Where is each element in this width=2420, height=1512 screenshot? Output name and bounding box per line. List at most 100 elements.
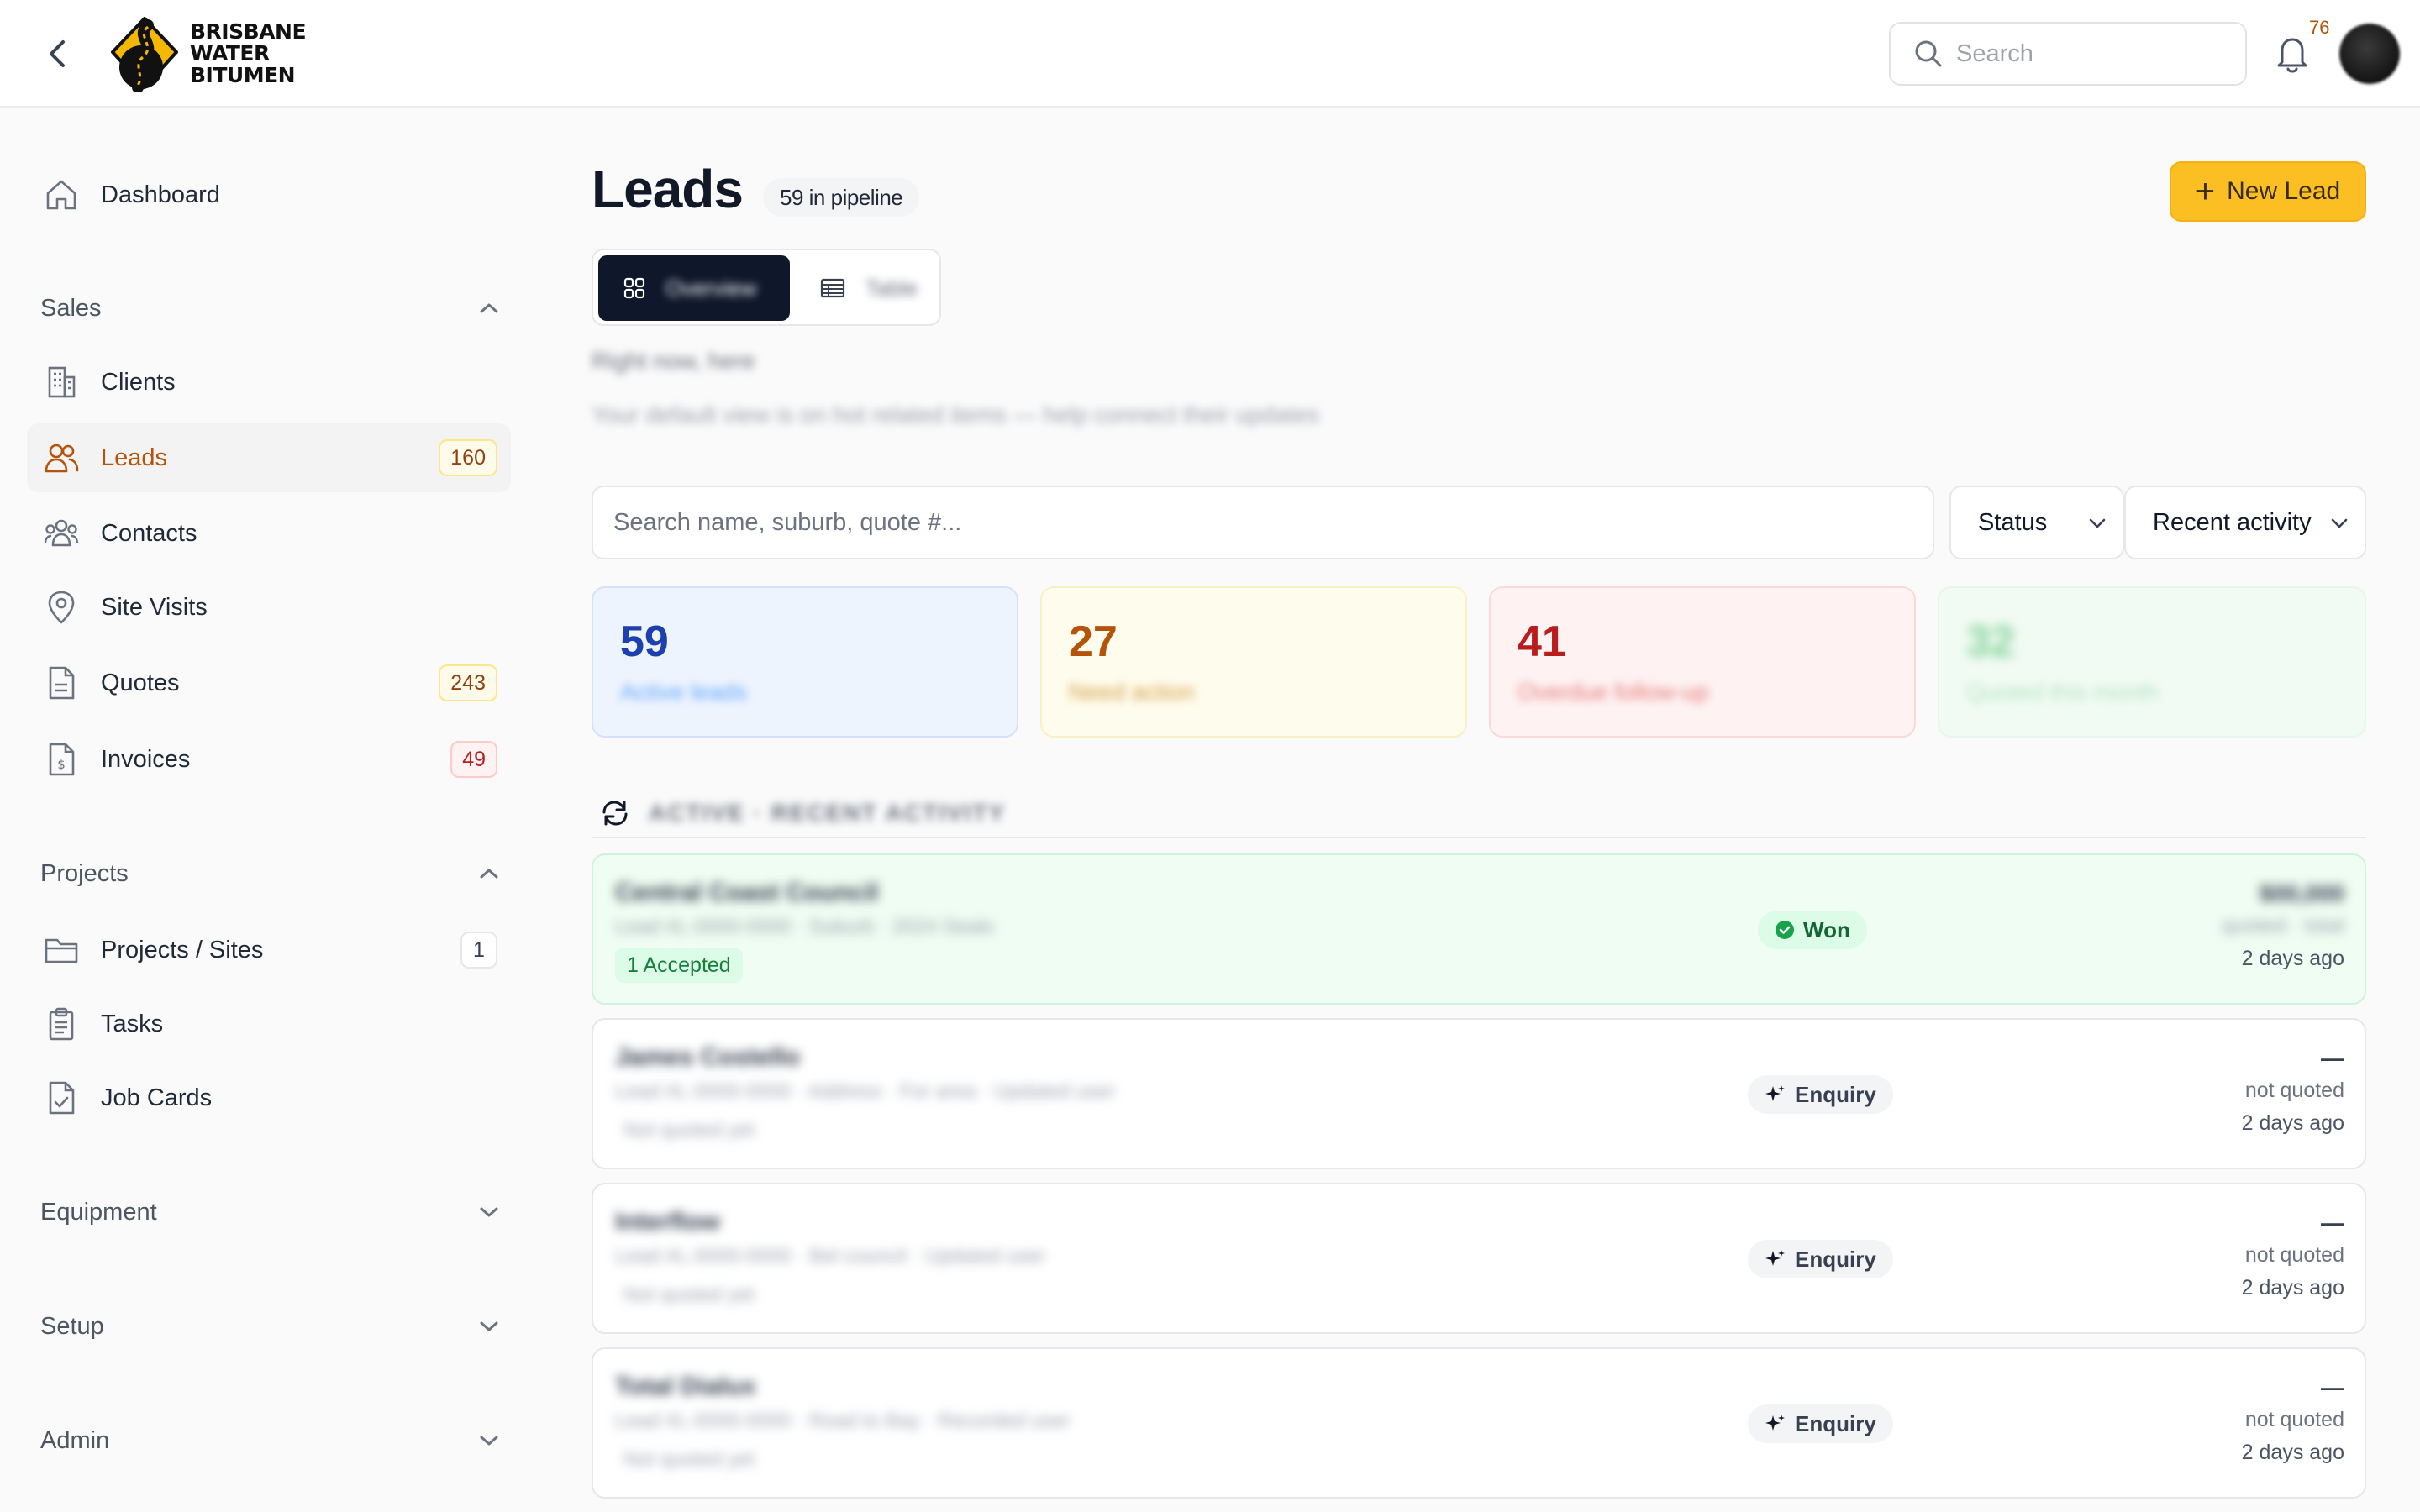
global-search-input[interactable] <box>1956 39 2225 68</box>
view-overview-button[interactable]: Overview <box>598 255 790 321</box>
lead-updated: 2 days ago <box>2241 1111 2344 1135</box>
map-pin-icon <box>42 588 81 627</box>
chevron-up-icon <box>480 869 498 879</box>
refresh-icon[interactable] <box>600 798 630 828</box>
count-badge: 160 <box>439 439 497 476</box>
lead-meta: Lead #L-0000-0000 · Road to Bay · Record… <box>615 1410 1071 1432</box>
lead-row[interactable]: Central Coast Council Lead #L-0000-0000 … <box>592 853 2366 1005</box>
count-badge: 49 <box>450 741 497 778</box>
road-logo-icon <box>111 17 178 92</box>
stat-label: Quoted this month <box>1966 679 2159 705</box>
accepted-badge: 1 Accepted <box>615 948 743 983</box>
status-label: Won <box>1803 916 1850 942</box>
brand-line-1: BRISBANE <box>190 19 307 44</box>
section-label: Setup <box>40 1312 104 1340</box>
view-table-button[interactable]: Table <box>795 255 936 321</box>
sidebar-item-label: Leads <box>101 444 168 471</box>
lead-row[interactable]: Total Dialux Lead #L-0000-0000 · Road to… <box>592 1347 2366 1499</box>
chevron-left-icon <box>50 40 65 67</box>
stat-value: 59 <box>620 617 669 666</box>
stat-card-action[interactable]: 27 Need action <box>1040 586 1467 738</box>
building-icon <box>42 363 81 402</box>
top-bar: BRISBANE WATER BITUMEN 76 <box>0 0 2420 108</box>
status-filter-select[interactable]: Status <box>1949 486 2124 559</box>
lead-summary: $00,000 quoted · total 2 days ago <box>2222 880 2344 971</box>
pipeline-count-badge: 59 in pipeline <box>763 178 920 217</box>
lead-note: Not quoted yet <box>623 1448 755 1471</box>
lead-amount-note: quoted · total <box>2222 914 2344 937</box>
check-circle-icon <box>1775 920 1795 940</box>
folder-icon <box>42 931 81 969</box>
lead-amount-note: not quoted <box>2244 1408 2344 1431</box>
grid-icon <box>623 277 645 299</box>
stat-card-active[interactable]: 59 Active leads <box>592 586 1018 738</box>
lead-search-input[interactable] <box>613 508 1874 537</box>
sidebar: Dashboard Sales Clients Leads 160 Contac… <box>0 109 521 1512</box>
brand-name: BRISBANE WATER BITUMEN <box>190 19 307 87</box>
lead-amount-note: not quoted <box>2244 1079 2344 1102</box>
section-toggle-sales[interactable]: Sales <box>40 283 501 333</box>
activity-section-header: ACTIVE · RECENT ACTIVITY <box>592 790 2366 838</box>
chevron-up-icon <box>480 303 498 313</box>
section-toggle-projects[interactable]: Projects <box>40 848 501 899</box>
lead-amount: $00,000 <box>2259 880 2344 906</box>
stat-card-overdue[interactable]: 41 Overdue follow-up <box>1489 586 1916 738</box>
lead-summary: — not quoted 2 days ago <box>2242 1374 2344 1465</box>
document-icon <box>42 664 81 702</box>
section-toggle-admin[interactable]: Admin <box>40 1415 501 1466</box>
sidebar-item-projects-sites[interactable]: Projects / Sites 1 <box>27 916 511 984</box>
lead-name: Interflow <box>615 1208 720 1236</box>
lead-row[interactable]: James Costello Lead #L-0000-0000 · Addre… <box>592 1018 2366 1169</box>
lead-name: James Costello <box>615 1043 801 1071</box>
status-label: Enquiry <box>1795 1410 1876 1436</box>
sidebar-item-site-visits[interactable]: Site Visits <box>27 573 511 642</box>
section-title: ACTIVE · RECENT ACTIVITY <box>649 800 1006 826</box>
lead-summary: — not quoted 2 days ago <box>2242 1045 2344 1136</box>
view-overview-label: Overview <box>666 275 757 301</box>
status-label: Enquiry <box>1795 1246 1876 1272</box>
lead-amount: — <box>2321 1374 2344 1400</box>
status-badge: Enquiry <box>1748 1075 1893 1114</box>
section-label: Admin <box>40 1426 110 1454</box>
sort-select[interactable]: Recent activity <box>2124 486 2366 559</box>
search-icon <box>1915 40 1942 67</box>
sidebar-item-invoices[interactable]: $ Invoices 49 <box>27 725 511 794</box>
chevron-down-icon <box>480 1436 498 1446</box>
contacts-group-icon <box>42 514 81 553</box>
view-toggle: Overview Table <box>592 249 941 326</box>
stat-card-quoted[interactable]: 32 Quoted this month <box>1938 586 2366 738</box>
lead-meta: Lead #L-0000-0000 · Suburb · 2024 Sealo <box>615 916 995 938</box>
avatar[interactable] <box>2339 24 2400 84</box>
sidebar-item-leads[interactable]: Leads 160 <box>27 423 511 492</box>
sparkles-icon <box>1765 1413 1786 1435</box>
section-label: Sales <box>40 294 102 322</box>
count-badge: 243 <box>439 664 497 701</box>
sidebar-item-contacts[interactable]: Contacts <box>27 499 511 568</box>
sidebar-item-quotes[interactable]: Quotes 243 <box>27 648 511 717</box>
intro-subtitle: Your default view is on hot related item… <box>592 402 1319 428</box>
lead-search-field[interactable] <box>592 486 1934 559</box>
brand-logo[interactable]: BRISBANE WATER BITUMEN <box>109 15 307 92</box>
global-search[interactable] <box>1889 22 2247 86</box>
sidebar-item-clients[interactable]: Clients <box>27 348 511 417</box>
lead-updated: 2 days ago <box>2241 1441 2344 1464</box>
bell-icon[interactable] <box>2272 32 2312 76</box>
new-lead-label: New Lead <box>2227 177 2341 205</box>
sidebar-item-tasks[interactable]: Tasks <box>27 990 511 1058</box>
users-icon <box>42 438 81 477</box>
section-toggle-setup[interactable]: Setup <box>40 1301 501 1352</box>
sparkles-icon <box>1765 1084 1786 1105</box>
plus-icon: + <box>2195 173 2216 210</box>
lead-row[interactable]: Interflow Lead #L-0000-0000 · Bel counci… <box>592 1183 2366 1334</box>
lead-amount: — <box>2321 1210 2344 1236</box>
view-table-label: Table <box>865 275 918 301</box>
sidebar-item-label: Quotes <box>101 669 180 696</box>
sidebar-item-dashboard[interactable]: Dashboard <box>27 160 511 229</box>
page-title: Leads <box>592 159 744 219</box>
new-lead-button[interactable]: + New Lead <box>2170 161 2366 222</box>
sidebar-item-label: Projects / Sites <box>101 936 264 963</box>
invoice-dollar-icon: $ <box>42 740 81 779</box>
back-button[interactable] <box>37 34 77 74</box>
sidebar-item-job-cards[interactable]: Job Cards <box>27 1063 511 1132</box>
section-toggle-equipment[interactable]: Equipment <box>40 1187 501 1237</box>
